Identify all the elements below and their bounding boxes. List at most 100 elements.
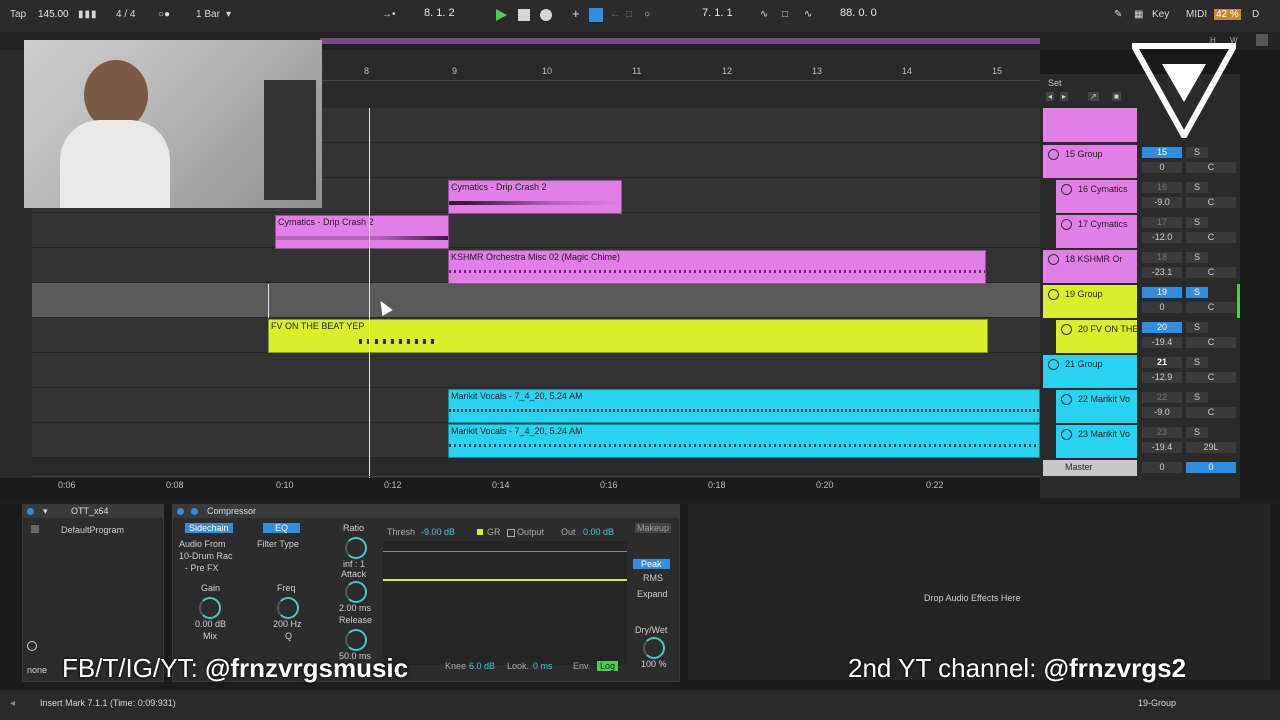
- loop-start[interactable]: 7. 1. 1: [702, 7, 733, 19]
- folder-icon[interactable]: [31, 525, 39, 533]
- knee-value[interactable]: 6.0 dB: [469, 661, 495, 671]
- look-value[interactable]: 0 ms: [533, 661, 553, 671]
- draw-mode-icon[interactable]: ✎: [1114, 9, 1122, 20]
- audio-clip[interactable]: Marikit Vocals - 7_4_20, 5.24 AM: [448, 424, 1040, 458]
- session-record-icon[interactable]: ○: [644, 9, 650, 20]
- punch-out-icon[interactable]: ∿: [804, 9, 812, 20]
- keyboard-icon[interactable]: ▦: [1134, 9, 1143, 20]
- fold-icon[interactable]: [1061, 324, 1072, 335]
- gain-value[interactable]: 0.00 dB: [195, 619, 226, 629]
- peak-button[interactable]: Peak: [633, 559, 670, 569]
- freq-value[interactable]: 200 Hz: [273, 619, 302, 629]
- track-header[interactable]: 21 Group: [1043, 355, 1137, 388]
- pan-field[interactable]: C: [1186, 407, 1236, 418]
- pan-field[interactable]: C: [1186, 372, 1236, 383]
- expand-button[interactable]: Expand: [637, 589, 668, 599]
- device-on-icon[interactable]: [191, 508, 198, 515]
- loop-icon[interactable]: □: [782, 9, 788, 20]
- stop-icon[interactable]: [518, 9, 530, 21]
- solo-button[interactable]: S: [1186, 357, 1208, 368]
- fold-icon[interactable]: [1061, 394, 1072, 405]
- audio-clip[interactable]: Cymatics - Drip Crash 2: [448, 180, 622, 214]
- gain-knob[interactable]: [199, 597, 221, 619]
- device-title-bar[interactable]: Compressor: [173, 505, 679, 518]
- arrow-right-icon[interactable]: ▸: [1060, 92, 1069, 101]
- volume-field[interactable]: 0: [1142, 162, 1182, 173]
- solo-button[interactable]: S: [1186, 427, 1208, 438]
- solo-button[interactable]: S: [1186, 392, 1208, 403]
- expand-icon[interactable]: ↗: [1088, 92, 1099, 101]
- record-icon[interactable]: [540, 9, 552, 21]
- master-track-header[interactable]: Master: [1043, 460, 1137, 476]
- punch-in-icon[interactable]: ∿: [760, 9, 768, 20]
- solo-button[interactable]: S: [1186, 182, 1208, 193]
- knob-icon[interactable]: [27, 641, 37, 651]
- track-header-group[interactable]: [1043, 108, 1137, 142]
- solo-button[interactable]: S: [1186, 322, 1208, 333]
- sidechain-toggle[interactable]: Sidechain: [185, 523, 233, 533]
- device-on-icon[interactable]: [27, 508, 34, 515]
- compressor-display[interactable]: [383, 541, 627, 665]
- pan-field[interactable]: C: [1186, 197, 1236, 208]
- audio-clip[interactable]: FV ON THE BEAT YEP: [268, 319, 988, 353]
- set-button[interactable]: Set: [1048, 78, 1062, 88]
- drywet-knob[interactable]: [643, 637, 665, 659]
- pan-field[interactable]: C: [1186, 337, 1236, 348]
- thresh-value[interactable]: -9.00 dB: [421, 527, 455, 537]
- fold-icon[interactable]: [1048, 254, 1059, 265]
- release-knob[interactable]: [345, 629, 367, 651]
- solo-button[interactable]: S: [1186, 252, 1208, 263]
- fold-icon[interactable]: ▾: [43, 505, 48, 518]
- track-lane[interactable]: [32, 213, 1040, 248]
- master-pan[interactable]: 0: [1186, 462, 1236, 473]
- eq-toggle[interactable]: EQ: [263, 523, 301, 533]
- overdub-icon[interactable]: +: [572, 6, 580, 21]
- pan-field[interactable]: C: [1186, 232, 1236, 243]
- fold-icon[interactable]: [1061, 184, 1072, 195]
- fold-icon[interactable]: [1048, 149, 1059, 160]
- fold-icon[interactable]: [1048, 359, 1059, 370]
- track-number[interactable]: 15: [1142, 147, 1182, 158]
- automation-arm-icon[interactable]: [589, 8, 603, 22]
- volume-field[interactable]: -9.0: [1142, 197, 1182, 208]
- track-number[interactable]: 22: [1142, 392, 1182, 403]
- gr-checkbox-icon[interactable]: [477, 529, 483, 535]
- solo-button[interactable]: S: [1186, 287, 1208, 298]
- menu-icon[interactable]: [1256, 34, 1268, 46]
- nudge-icon[interactable]: ▮▮▮: [78, 9, 98, 20]
- track-number[interactable]: 17: [1142, 217, 1182, 228]
- beat-ruler[interactable]: 8 9 10 11 12 13 14 15: [322, 64, 1040, 81]
- audio-clip[interactable]: KSHMR Orchestra Misc 02 (Magic Chime): [448, 250, 986, 284]
- track-number[interactable]: 19: [1142, 287, 1182, 298]
- tempo-field[interactable]: 145.00: [38, 9, 69, 20]
- ratio-knob[interactable]: [345, 537, 367, 559]
- fold-icon[interactable]: [1061, 219, 1072, 230]
- sidechain-none[interactable]: none: [27, 665, 47, 675]
- play-icon[interactable]: [496, 9, 507, 21]
- back-to-arrangement-icon[interactable]: ←: [610, 9, 620, 20]
- track-header[interactable]: 23 Marikit Vo: [1056, 425, 1137, 458]
- volume-field[interactable]: -19.4: [1142, 442, 1182, 453]
- track-lane[interactable]: [32, 353, 1040, 388]
- audio-clip[interactable]: Cymatics - Drip Crash 2: [275, 215, 449, 249]
- program-name[interactable]: DefaultProgram: [61, 525, 124, 535]
- key-map-button[interactable]: Key: [1152, 9, 1169, 20]
- volume-field[interactable]: -23.1: [1142, 267, 1182, 278]
- capture-icon[interactable]: □: [626, 9, 632, 20]
- chevron-down-icon[interactable]: ▾: [226, 9, 231, 20]
- track-lane-selected[interactable]: [32, 283, 1040, 318]
- pan-field[interactable]: C: [1186, 267, 1236, 278]
- audio-clip[interactable]: Marikit Vocals - 7_4_20, 5.24 AM: [448, 389, 1040, 423]
- solo-button[interactable]: S: [1186, 217, 1208, 228]
- attack-knob[interactable]: [345, 581, 367, 603]
- lock-icon[interactable]: ■: [1112, 92, 1121, 101]
- device-title-bar[interactable]: ▾ OTT_x64: [23, 505, 163, 518]
- volume-field[interactable]: -9.0: [1142, 407, 1182, 418]
- freq-knob[interactable]: [277, 597, 299, 619]
- arrow-left-icon[interactable]: ◂: [10, 698, 15, 709]
- rms-button[interactable]: RMS: [643, 573, 663, 583]
- pan-field[interactable]: 29L: [1186, 442, 1236, 453]
- tap-button[interactable]: Tap: [10, 9, 26, 20]
- midi-map-button[interactable]: MIDI: [1186, 9, 1207, 20]
- track-header[interactable]: 16 Cymatics: [1056, 180, 1137, 213]
